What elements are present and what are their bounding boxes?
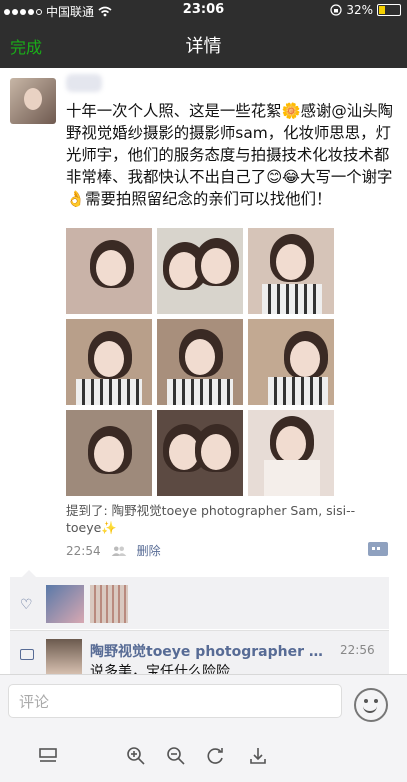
avatar[interactable] xyxy=(46,639,82,675)
photo-6[interactable] xyxy=(248,319,334,405)
poster-name-blurred[interactable] xyxy=(66,74,102,92)
photo-5[interactable] xyxy=(157,319,243,405)
friends-icon xyxy=(111,545,126,556)
battery-percent: 32% xyxy=(346,3,373,17)
comment-menu-icon[interactable] xyxy=(368,542,388,556)
mention-text: 提到了: 陶野视觉toeye photographer Sam, sisi--t… xyxy=(66,503,356,535)
post-time: 22:54 xyxy=(66,543,101,558)
comment-input-bar: 评论 xyxy=(0,674,407,727)
layout-icon[interactable] xyxy=(38,746,58,766)
download-icon[interactable] xyxy=(248,746,268,766)
photo-4[interactable] xyxy=(66,319,152,405)
comment-bubble-icon xyxy=(20,649,34,660)
photo-9[interactable] xyxy=(248,410,334,496)
like-avatar-1[interactable] xyxy=(46,585,84,623)
navigation-bar: 完成 详情 xyxy=(0,20,407,68)
moment-detail: 十年一次个人照、这是一些花絮🌼感谢@汕头陶野视觉婚纱摄影的摄影师sam，化妆师思… xyxy=(0,68,407,675)
commenter-name[interactable]: 陶野视觉toeye photographer S... xyxy=(90,641,330,661)
emoji-icon[interactable] xyxy=(354,688,388,722)
avatar[interactable] xyxy=(10,78,56,124)
lock-rotation-icon xyxy=(330,4,342,16)
photo-2[interactable] xyxy=(157,228,243,314)
comment-text: 说多美，宝任什么险险 xyxy=(90,664,230,675)
photo-8[interactable] xyxy=(157,410,243,496)
heart-icon: ♡ xyxy=(20,597,33,613)
post-text: 十年一次个人照、这是一些花絮🌼感谢@汕头陶野视觉婚纱摄影的摄影师sam，化妆师思… xyxy=(66,102,393,208)
comment-placeholder: 评论 xyxy=(19,693,50,711)
bottom-toolbar xyxy=(0,726,407,782)
battery-icon xyxy=(377,4,401,16)
photo-1[interactable] xyxy=(66,228,152,314)
status-bar: 中国联通 23:06 32% xyxy=(0,0,407,20)
likes-section: ♡ xyxy=(10,577,389,629)
like-avatar-2[interactable] xyxy=(90,585,128,623)
rotate-icon[interactable] xyxy=(206,746,226,766)
page-title: 详情 xyxy=(185,36,222,57)
delete-button[interactable]: 删除 xyxy=(137,542,161,559)
post-meta: 22:54 删除 xyxy=(66,542,161,559)
comments-section: 陶野视觉toeye photographer S... 22:56 说多美，宝任… xyxy=(10,630,389,675)
photo-3[interactable] xyxy=(248,228,334,314)
arrow-pointer xyxy=(22,570,36,577)
zoom-in-icon[interactable] xyxy=(126,746,146,766)
zoom-out-icon[interactable] xyxy=(166,746,186,766)
comment-input[interactable]: 评论 xyxy=(8,684,342,718)
comment-time: 22:56 xyxy=(340,643,375,657)
photo-7[interactable] xyxy=(66,410,152,496)
